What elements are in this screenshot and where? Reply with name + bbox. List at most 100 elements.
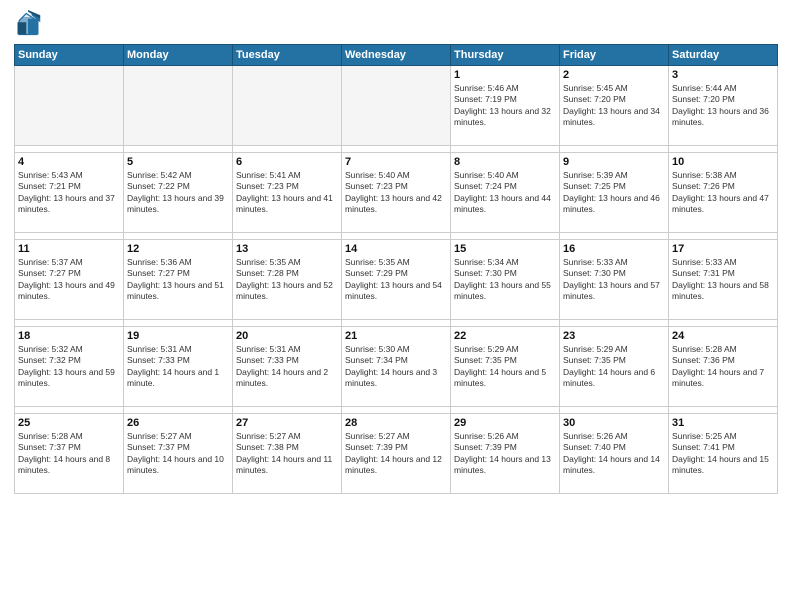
day-number: 3 — [672, 69, 774, 81]
calendar-cell: 19 Sunrise: 5:31 AMSunset: 7:33 PMDayligh… — [124, 327, 233, 407]
day-info: Sunrise: 5:29 AMSunset: 7:35 PMDaylight:… — [454, 344, 556, 390]
day-info: Sunrise: 5:26 AMSunset: 7:39 PMDaylight:… — [454, 431, 556, 477]
day-info: Sunrise: 5:33 AMSunset: 7:31 PMDaylight:… — [672, 257, 774, 303]
calendar-cell: 13 Sunrise: 5:35 AMSunset: 7:28 PMDayligh… — [233, 240, 342, 320]
calendar-cell: 29 Sunrise: 5:26 AMSunset: 7:39 PMDayligh… — [451, 414, 560, 494]
calendar-cell: 5 Sunrise: 5:42 AMSunset: 7:22 PMDaylight… — [124, 153, 233, 233]
calendar-cell — [342, 66, 451, 146]
day-info: Sunrise: 5:42 AMSunset: 7:22 PMDaylight:… — [127, 170, 229, 216]
calendar-cell: 24Sunrise: 5:28 AMSunset: 7:36 PMDayligh… — [669, 327, 778, 407]
day-info: Sunrise: 5:36 AMSunset: 7:27 PMDaylight:… — [127, 257, 229, 303]
day-info: Sunrise: 5:40 AMSunset: 7:23 PMDaylight:… — [345, 170, 447, 216]
day-number: 23 — [563, 330, 665, 342]
day-info: Sunrise: 5:27 AMSunset: 7:39 PMDaylight:… — [345, 431, 447, 477]
logo-icon — [14, 10, 42, 38]
day-info: Sunrise: 5:35 AMSunset: 7:29 PMDaylight:… — [345, 257, 447, 303]
day-number: 5 — [127, 156, 229, 168]
day-number: 15 — [454, 243, 556, 255]
calendar-week-4: 18 Sunrise: 5:32 AMSunset: 7:32 PMDayligh… — [15, 327, 778, 407]
day-number: 27 — [236, 417, 338, 429]
day-info: Sunrise: 5:43 AMSunset: 7:21 PMDaylight:… — [18, 170, 120, 216]
day-info: Sunrise: 5:29 AMSunset: 7:35 PMDaylight:… — [563, 344, 665, 390]
header — [14, 10, 778, 38]
day-number: 16 — [563, 243, 665, 255]
day-info: Sunrise: 5:35 AMSunset: 7:28 PMDaylight:… — [236, 257, 338, 303]
day-number: 19 — [127, 330, 229, 342]
calendar-cell: 30 Sunrise: 5:26 AMSunset: 7:40 PMDayligh… — [560, 414, 669, 494]
calendar-cell: 14 Sunrise: 5:35 AMSunset: 7:29 PMDayligh… — [342, 240, 451, 320]
day-info: Sunrise: 5:39 AMSunset: 7:25 PMDaylight:… — [563, 170, 665, 216]
day-info: Sunrise: 5:32 AMSunset: 7:32 PMDaylight:… — [18, 344, 120, 390]
calendar-cell: 7 Sunrise: 5:40 AMSunset: 7:23 PMDaylight… — [342, 153, 451, 233]
page: SundayMondayTuesdayWednesdayThursdayFrid… — [0, 0, 792, 612]
calendar-cell: 10 Sunrise: 5:38 AMSunset: 7:26 PMDayligh… — [669, 153, 778, 233]
day-number: 14 — [345, 243, 447, 255]
calendar-cell: 18 Sunrise: 5:32 AMSunset: 7:32 PMDayligh… — [15, 327, 124, 407]
row-divider — [15, 233, 778, 240]
logo — [14, 10, 45, 38]
calendar-cell: 21 Sunrise: 5:30 AMSunset: 7:34 PMDayligh… — [342, 327, 451, 407]
day-number: 12 — [127, 243, 229, 255]
day-number: 28 — [345, 417, 447, 429]
calendar-cell: 9 Sunrise: 5:39 AMSunset: 7:25 PMDaylight… — [560, 153, 669, 233]
calendar-week-3: 11 Sunrise: 5:37 AMSunset: 7:27 PMDayligh… — [15, 240, 778, 320]
calendar-cell: 26 Sunrise: 5:27 AMSunset: 7:37 PMDayligh… — [124, 414, 233, 494]
day-number: 8 — [454, 156, 556, 168]
day-number: 10 — [672, 156, 774, 168]
calendar-cell: 23 Sunrise: 5:29 AMSunset: 7:35 PMDayligh… — [560, 327, 669, 407]
day-info: Sunrise: 5:46 AMSunset: 7:19 PMDaylight:… — [454, 83, 556, 129]
calendar-week-2: 4Sunrise: 5:43 AMSunset: 7:21 PMDaylight… — [15, 153, 778, 233]
day-number: 22 — [454, 330, 556, 342]
calendar-table: SundayMondayTuesdayWednesdayThursdayFrid… — [14, 44, 778, 494]
day-info: Sunrise: 5:31 AMSunset: 7:33 PMDaylight:… — [127, 344, 229, 390]
day-number: 25 — [18, 417, 120, 429]
calendar-cell: 17 Sunrise: 5:33 AMSunset: 7:31 PMDayligh… — [669, 240, 778, 320]
day-info: Sunrise: 5:45 AMSunset: 7:20 PMDaylight:… — [563, 83, 665, 129]
day-header-sunday: Sunday — [15, 45, 124, 66]
day-info: Sunrise: 5:27 AMSunset: 7:38 PMDaylight:… — [236, 431, 338, 477]
day-header-monday: Monday — [124, 45, 233, 66]
day-info: Sunrise: 5:27 AMSunset: 7:37 PMDaylight:… — [127, 431, 229, 477]
calendar-week-1: 1 Sunrise: 5:46 AMSunset: 7:19 PMDaylight… — [15, 66, 778, 146]
calendar-cell: 16Sunrise: 5:33 AMSunset: 7:30 PMDayligh… — [560, 240, 669, 320]
day-info: Sunrise: 5:38 AMSunset: 7:26 PMDaylight:… — [672, 170, 774, 216]
calendar-cell: 15Sunrise: 5:34 AMSunset: 7:30 PMDayligh… — [451, 240, 560, 320]
row-divider — [15, 320, 778, 327]
day-number: 2 — [563, 69, 665, 81]
day-number: 17 — [672, 243, 774, 255]
day-number: 26 — [127, 417, 229, 429]
calendar-cell: 22 Sunrise: 5:29 AMSunset: 7:35 PMDayligh… — [451, 327, 560, 407]
calendar-cell: 20Sunrise: 5:31 AMSunset: 7:33 PMDayligh… — [233, 327, 342, 407]
calendar-cell: 6Sunrise: 5:41 AMSunset: 7:23 PMDaylight… — [233, 153, 342, 233]
day-header-thursday: Thursday — [451, 45, 560, 66]
day-number: 20 — [236, 330, 338, 342]
day-number: 13 — [236, 243, 338, 255]
day-info: Sunrise: 5:37 AMSunset: 7:27 PMDaylight:… — [18, 257, 120, 303]
calendar-cell: 25 Sunrise: 5:28 AMSunset: 7:37 PMDayligh… — [15, 414, 124, 494]
calendar-cell: 27 Sunrise: 5:27 AMSunset: 7:38 PMDayligh… — [233, 414, 342, 494]
day-number: 29 — [454, 417, 556, 429]
day-info: Sunrise: 5:44 AMSunset: 7:20 PMDaylight:… — [672, 83, 774, 129]
calendar-cell — [233, 66, 342, 146]
calendar-cell: 8Sunrise: 5:40 AMSunset: 7:24 PMDaylight… — [451, 153, 560, 233]
day-number: 21 — [345, 330, 447, 342]
calendar-cell: 28 Sunrise: 5:27 AMSunset: 7:39 PMDayligh… — [342, 414, 451, 494]
calendar-cell: 3 Sunrise: 5:44 AMSunset: 7:20 PMDaylight… — [669, 66, 778, 146]
day-number: 18 — [18, 330, 120, 342]
day-info: Sunrise: 5:28 AMSunset: 7:36 PMDaylight:… — [672, 344, 774, 390]
day-number: 11 — [18, 243, 120, 255]
day-number: 9 — [563, 156, 665, 168]
calendar-cell: 2 Sunrise: 5:45 AMSunset: 7:20 PMDaylight… — [560, 66, 669, 146]
day-header-saturday: Saturday — [669, 45, 778, 66]
day-number: 1 — [454, 69, 556, 81]
day-info: Sunrise: 5:30 AMSunset: 7:34 PMDaylight:… — [345, 344, 447, 390]
day-info: Sunrise: 5:26 AMSunset: 7:40 PMDaylight:… — [563, 431, 665, 477]
calendar-week-5: 25 Sunrise: 5:28 AMSunset: 7:37 PMDayligh… — [15, 414, 778, 494]
day-number: 6 — [236, 156, 338, 168]
day-number: 7 — [345, 156, 447, 168]
day-header-tuesday: Tuesday — [233, 45, 342, 66]
calendar-header-row: SundayMondayTuesdayWednesdayThursdayFrid… — [15, 45, 778, 66]
day-info: Sunrise: 5:28 AMSunset: 7:37 PMDaylight:… — [18, 431, 120, 477]
day-header-wednesday: Wednesday — [342, 45, 451, 66]
day-number: 30 — [563, 417, 665, 429]
